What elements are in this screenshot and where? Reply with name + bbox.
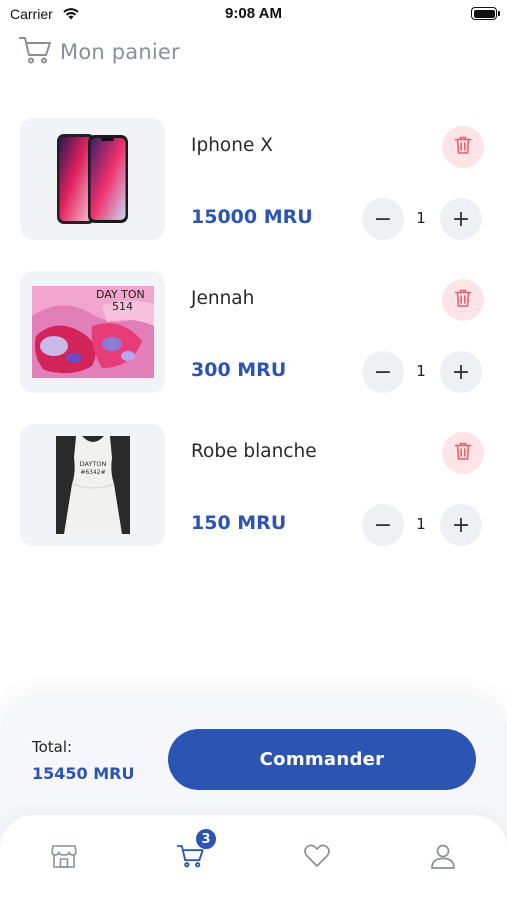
increase-quantity-button[interactable]: + (440, 198, 482, 240)
image-caption: DAYTON (79, 460, 106, 468)
delete-button[interactable] (442, 279, 484, 321)
product-name: Robe blanche (191, 441, 317, 462)
product-name: Jennah (191, 288, 255, 309)
cart-item: Iphone X 15000 MRU − 1 + (20, 118, 484, 240)
page-header: Mon panier (18, 32, 180, 72)
image-caption: #6342# (80, 469, 105, 476)
quantity-value: 1 (416, 362, 426, 380)
decrease-quantity-button[interactable]: − (362, 504, 404, 546)
increase-quantity-button[interactable]: + (440, 504, 482, 546)
cart-list: Iphone X 15000 MRU − 1 + DAY TON 514 Jen… (20, 118, 484, 577)
trash-icon (454, 288, 472, 312)
heart-icon[interactable] (302, 841, 332, 871)
tab-bar: 3 (0, 815, 507, 900)
total-value: 15450 MRU (32, 764, 135, 783)
product-price: 15000 MRU (191, 206, 313, 228)
cart-item: DAYTON #6342# Robe blanche 150 MRU − 1 + (20, 424, 484, 546)
product-price: 300 MRU (191, 359, 287, 381)
delete-button[interactable] (442, 126, 484, 168)
product-image-iphone[interactable] (20, 118, 165, 240)
delete-button[interactable] (442, 432, 484, 474)
quantity-value: 1 (416, 209, 426, 227)
image-caption: 514 (112, 300, 133, 313)
cart-item: DAY TON 514 Jennah 300 MRU − 1 + (20, 271, 484, 393)
cart-icon (18, 34, 54, 70)
product-image-robe[interactable]: DAYTON #6342# (20, 424, 165, 546)
user-icon[interactable] (428, 841, 458, 871)
battery-icon (471, 7, 500, 20)
page-title: Mon panier (60, 40, 180, 64)
quantity-value: 1 (416, 515, 426, 533)
product-image-jennah[interactable]: DAY TON 514 (20, 271, 165, 393)
trash-icon (454, 441, 472, 465)
trash-icon (454, 135, 472, 159)
decrease-quantity-button[interactable]: − (362, 351, 404, 393)
total-label: Total: (32, 738, 73, 756)
order-button[interactable]: Commander (168, 729, 476, 790)
decrease-quantity-button[interactable]: − (362, 198, 404, 240)
product-name: Iphone X (191, 135, 273, 156)
store-icon[interactable] (49, 841, 79, 871)
increase-quantity-button[interactable]: + (440, 351, 482, 393)
status-bar: Carrier 9:08 AM (0, 0, 507, 28)
product-price: 150 MRU (191, 512, 287, 534)
clock: 9:08 AM (225, 5, 282, 22)
cart-count-badge: 3 (195, 828, 217, 850)
